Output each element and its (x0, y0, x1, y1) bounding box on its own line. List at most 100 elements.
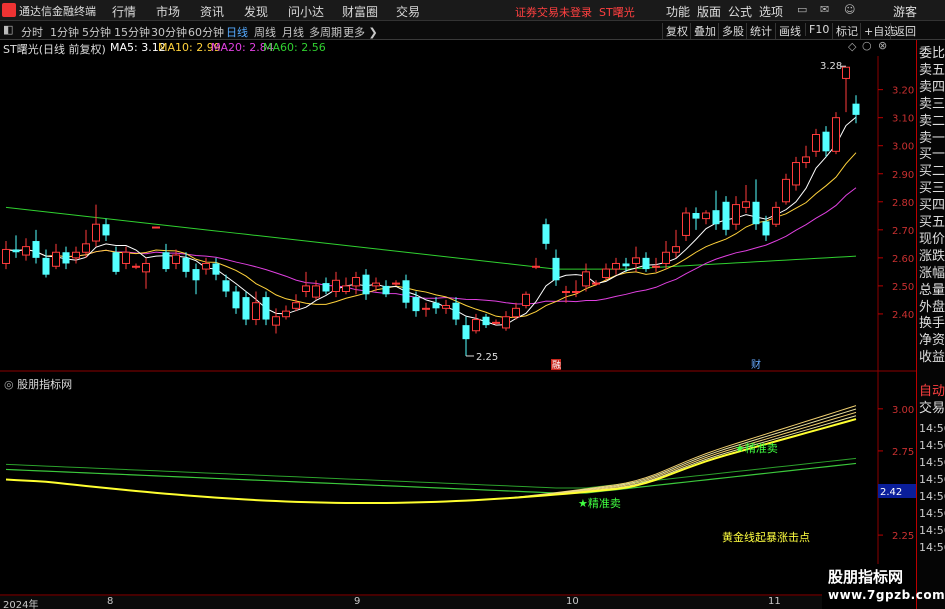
menu-formula[interactable]: 公式 (728, 3, 752, 20)
side-item[interactable]: 买二 (919, 164, 945, 180)
menu-quotes[interactable]: 行情 (112, 3, 136, 20)
guest-label[interactable]: 游客 (893, 3, 917, 20)
menu-trade[interactable]: 交易 (396, 3, 420, 20)
period-5min[interactable]: 5分钟 (82, 24, 111, 40)
side-item[interactable]: 卖一 (919, 131, 945, 147)
period-60min[interactable]: 60分钟 (188, 24, 224, 40)
login-notice[interactable]: 证券交易未登录 ST曙光 (515, 4, 635, 20)
menu-layout[interactable]: 版面 (697, 3, 721, 20)
chart-diamond-icon[interactable]: ◇ (848, 40, 856, 53)
side-item[interactable]: 卖五 (919, 63, 945, 79)
side-item[interactable]: 卖二 (919, 114, 945, 130)
candle (132, 265, 140, 268)
candle (302, 285, 310, 292)
period-multi[interactable]: 多周期 (309, 24, 342, 40)
ma20-line (5, 187, 857, 305)
side-item[interactable]: 涨跌 (919, 249, 945, 265)
menu-options[interactable]: 选项 (759, 3, 783, 20)
side-item[interactable]: 外盘 (919, 300, 945, 316)
candle (782, 178, 790, 203)
side-item[interactable]: 现价 (919, 232, 945, 248)
side-time: 14:56 (919, 507, 945, 520)
period-timeshare[interactable]: 分时 (21, 24, 43, 40)
period-1min[interactable]: 1分钟 (50, 24, 79, 40)
candle (182, 257, 190, 272)
side-item[interactable]: 卖四 (919, 80, 945, 96)
price-tick-label: 3.20 (892, 86, 914, 97)
side-item[interactable]: 买五 (919, 215, 945, 231)
price-tick-label: 2.50 (892, 282, 914, 293)
menu-function[interactable]: 功能 (666, 3, 690, 20)
user-icon[interactable]: ☺ (844, 3, 855, 16)
tool-f10[interactable]: F10 (805, 23, 829, 36)
side-item[interactable]: 总量 (919, 283, 945, 299)
side-item[interactable]: 净资 (919, 333, 945, 349)
candle (462, 325, 470, 340)
side-time: 14:56 (919, 541, 945, 554)
side-tab-auto[interactable]: 自动 (919, 384, 945, 400)
side-time: 14:56 (919, 490, 945, 503)
candle (632, 257, 640, 264)
candle (32, 241, 40, 258)
tool-multi-stock[interactable]: 多股 (718, 23, 744, 39)
price-tick-label: 2.80 (892, 198, 914, 209)
indicator-tick-label: 2.75 (892, 447, 914, 458)
candle (2, 248, 10, 264)
candle (52, 251, 60, 267)
side-item[interactable]: 买一 (919, 147, 945, 163)
candle (542, 224, 550, 244)
indicator-settings-icon[interactable]: ◎ (4, 378, 14, 391)
menu-market[interactable]: 市场 (156, 3, 180, 20)
period-monthly[interactable]: 月线 (282, 24, 304, 40)
current-value-label: 2.42 (880, 487, 902, 498)
candle (382, 285, 390, 295)
candle (142, 262, 150, 273)
period-more[interactable]: 更多 ❯ (343, 24, 378, 40)
side-tab-trade[interactable]: 交易 (919, 401, 945, 417)
price-tick-label: 2.70 (892, 226, 914, 237)
menu-wealth[interactable]: 财富圈 (342, 3, 378, 20)
candle (122, 251, 130, 264)
side-time: 14:56 (919, 524, 945, 537)
period-daily[interactable]: 日线 (226, 24, 248, 40)
period-15min[interactable]: 15分钟 (114, 24, 150, 40)
side-item[interactable]: 卖三 (919, 97, 945, 113)
message-icon[interactable]: ✉ (820, 3, 829, 16)
side-item[interactable]: 买四 (919, 198, 945, 214)
candle (42, 257, 50, 275)
panel-toggle-icon[interactable]: ◧ (3, 23, 13, 36)
candle (552, 257, 560, 281)
menu-ask[interactable]: 问小达 (288, 3, 324, 20)
tool-overlay[interactable]: 叠加 (690, 23, 716, 39)
high-price-label: 3.28 (820, 61, 842, 72)
candle (352, 276, 360, 287)
chart-close-icon[interactable]: ⊗ (878, 39, 887, 52)
period-30min[interactable]: 30分钟 (151, 24, 187, 40)
side-item[interactable]: 涨幅 (919, 266, 945, 282)
chart-options-icon[interactable]: ○ (862, 39, 872, 52)
menu-discover[interactable]: 发现 (244, 3, 268, 20)
tool-mark[interactable]: 标记 (832, 23, 858, 39)
candle (522, 293, 530, 307)
candle (322, 283, 330, 292)
tool-draw[interactable]: 画线 (775, 23, 801, 39)
menu-dropdown-icon[interactable]: ▭ (797, 3, 807, 16)
tool-stats[interactable]: 统计 (746, 23, 772, 39)
side-item[interactable]: 换手 (919, 316, 945, 332)
candle (722, 201, 730, 230)
watermark: 股朋指标网 www.7gpzb.com (822, 564, 945, 609)
date-label: 11 (768, 596, 781, 607)
date-label: 8 (107, 596, 114, 607)
candle (592, 282, 600, 285)
side-item[interactable]: 买三 (919, 181, 945, 197)
date-label: 2024年 (3, 600, 39, 609)
side-item[interactable]: 收益 (919, 350, 945, 366)
period-weekly[interactable]: 周线 (254, 24, 276, 40)
candle (262, 297, 270, 320)
candle (472, 319, 480, 332)
candle (202, 262, 210, 270)
tool-back[interactable]: 返回 (890, 23, 916, 39)
tool-adjust[interactable]: 复权 (662, 23, 688, 39)
menu-news[interactable]: 资讯 (200, 3, 224, 20)
side-item[interactable]: 委比 (919, 46, 945, 62)
